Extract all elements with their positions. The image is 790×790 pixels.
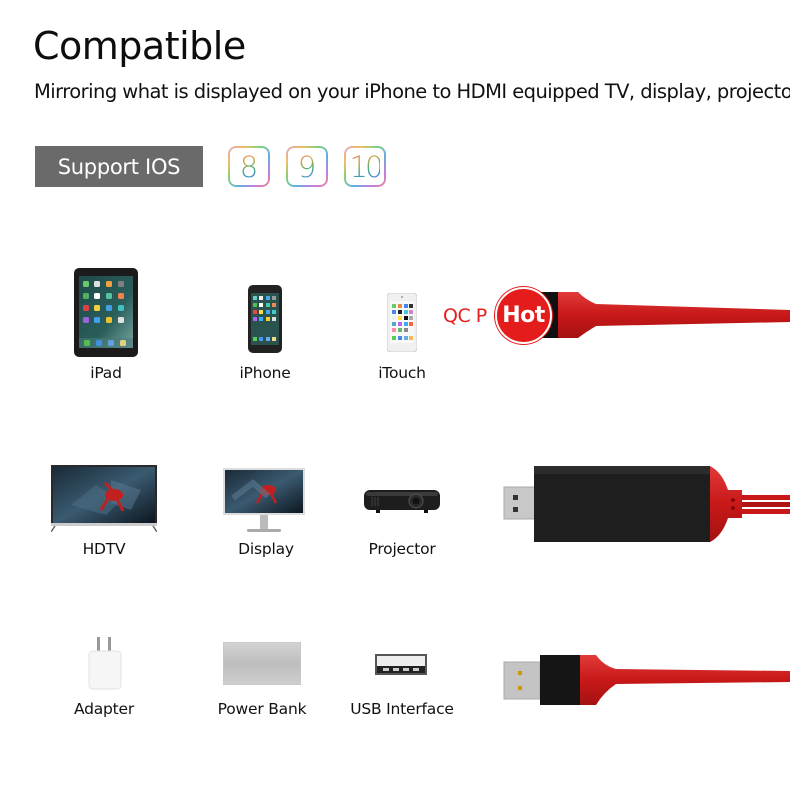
usb-connector-icon — [503, 655, 790, 705]
device-label-ipad: iPad — [90, 364, 122, 382]
device-label-display: Display — [238, 540, 294, 558]
page-title: Compatible — [33, 24, 246, 68]
power-adapter-icon — [88, 637, 122, 690]
device-label-projector: Projector — [368, 540, 436, 558]
device-label-iphone: iPhone — [239, 364, 291, 382]
power-bank-icon — [223, 642, 301, 685]
ios-version-10: 10 — [344, 146, 386, 187]
device-label-usb-interface: USB Interface — [350, 700, 454, 718]
device-label-itouch: iTouch — [378, 364, 426, 382]
ios-version-label: 10 — [349, 149, 384, 184]
ios-version-8: 8 — [228, 146, 270, 187]
ipad-icon — [74, 268, 138, 357]
support-ios-badge: Support IOS — [35, 146, 203, 187]
usb-port-icon — [375, 654, 427, 675]
ios-version-label: 8 — [239, 149, 259, 184]
device-label-power-bank: Power Bank — [217, 700, 307, 718]
hdmi-adapter-icon — [503, 466, 790, 542]
device-label-hdtv: HDTV — [82, 540, 126, 558]
page-subtitle: Mirroring what is displayed on your iPho… — [34, 80, 790, 103]
device-label-adapter: Adapter — [73, 700, 135, 718]
projector-icon — [364, 490, 440, 513]
ios-version-9: 9 — [286, 146, 328, 187]
hot-badge: Hot — [495, 287, 552, 344]
ipod-touch-icon — [387, 293, 417, 352]
lightning-connector-icon — [530, 292, 790, 338]
promo-partial-text: QC P — [443, 305, 487, 327]
ios-version-label: 9 — [297, 149, 317, 184]
hdtv-icon — [51, 465, 157, 532]
iphone-icon — [248, 285, 282, 353]
monitor-icon — [223, 468, 305, 532]
